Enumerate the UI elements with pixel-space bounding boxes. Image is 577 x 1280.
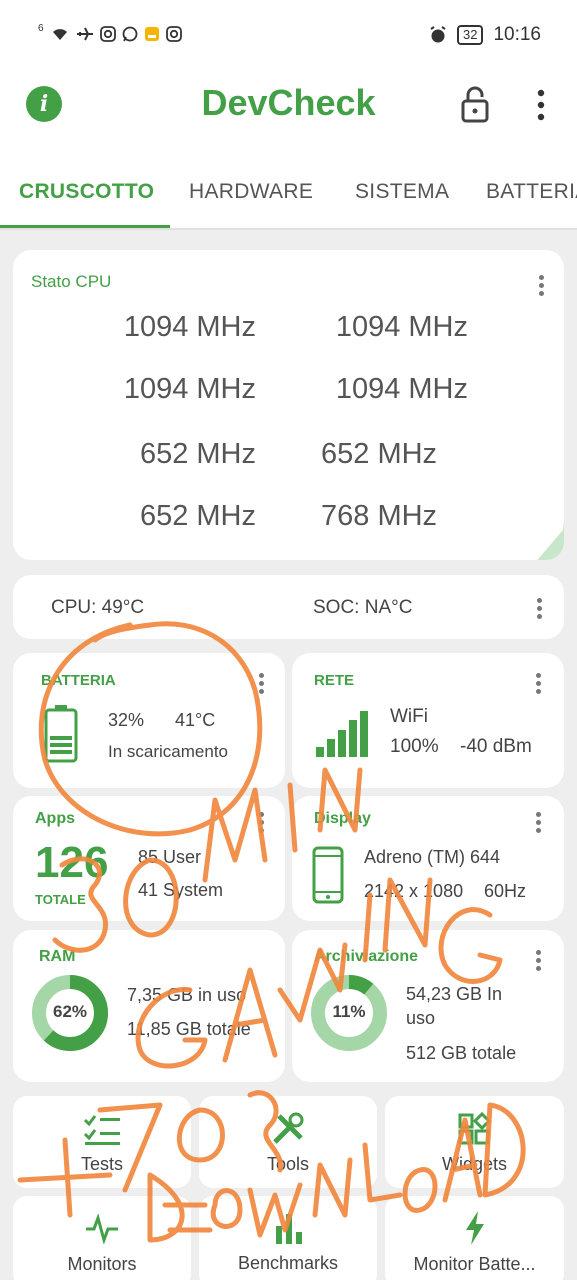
network-signal: 100% xyxy=(390,736,439,757)
whatsapp-icon xyxy=(122,26,137,42)
battery-percent: 32% xyxy=(108,710,145,730)
widgets-icon xyxy=(458,1112,491,1145)
widgets-label: Widgets xyxy=(441,1154,508,1174)
ram-card[interactable]: RAM 62% 7,35 GB in uso 11,85 GB totale xyxy=(13,930,285,1082)
temp-card-menu-icon[interactable] xyxy=(537,598,543,620)
display-card-menu-icon[interactable] xyxy=(536,812,542,834)
status-icons: 6 xyxy=(38,22,182,42)
monitors-label: Monitors xyxy=(67,1254,137,1274)
airplane-icon xyxy=(76,27,93,41)
wifi-icon xyxy=(52,29,67,40)
instagram-icon xyxy=(165,26,182,42)
pulse-icon xyxy=(86,1214,118,1244)
battery-badge: 32 xyxy=(456,25,484,45)
storage-used-line2: uso xyxy=(406,1008,436,1028)
cpu-core-4: 652 MHz xyxy=(139,438,256,470)
network-card-title: RETE xyxy=(314,672,355,689)
cpu-core-7: 768 MHz xyxy=(321,500,438,532)
tools-icon xyxy=(273,1112,304,1144)
apps-system: 41 System xyxy=(138,880,224,900)
cpu-card-menu-icon[interactable] xyxy=(539,275,545,297)
tools-tile[interactable]: Tools xyxy=(199,1096,377,1188)
apps-total: 126 xyxy=(35,838,109,887)
network-card[interactable]: RETE WiFi 100% -40 dBm xyxy=(292,653,564,788)
cpu-core-5: 652 MHz xyxy=(321,438,438,470)
cpu-core-3: 1094 MHz xyxy=(335,373,468,405)
battery-monitor-label: Monitor Batte... xyxy=(413,1254,536,1274)
widgets-tile[interactable]: Widgets xyxy=(385,1096,564,1188)
network-card-menu-icon[interactable] xyxy=(536,673,542,695)
ram-card-title: RAM xyxy=(39,948,76,965)
cpu-core-1: 1094 MHz xyxy=(335,311,468,343)
tab-cruscotto[interactable]: CRUSCOTTO xyxy=(19,180,154,204)
cpu-status-card[interactable]: Stato CPU 1094 MHz 1094 MHz 1094 MHz 109… xyxy=(13,250,564,560)
cpu-graph-edge xyxy=(537,520,564,560)
tests-label: Tests xyxy=(80,1154,123,1174)
benchmarks-tile[interactable]: Benchmarks xyxy=(199,1196,377,1280)
battery-monitor-tile[interactable]: Monitor Batte... xyxy=(385,1196,564,1280)
overflow-menu-icon[interactable] xyxy=(530,88,552,122)
ram-used: 7,35 GB in uso xyxy=(127,985,247,1005)
storage-used-line1: 54,23 GB In xyxy=(406,984,503,1004)
tab-bar: CRUSCOTTO HARDWARE SISTEMA BATTERIA xyxy=(0,152,577,230)
display-gpu: Adreno (TM) 644 xyxy=(364,847,501,867)
tab-batteria[interactable]: BATTERIA xyxy=(486,180,577,204)
signal-icon xyxy=(316,711,368,757)
instagram-icon xyxy=(99,26,116,42)
lightning-icon xyxy=(466,1211,484,1245)
network-type: 6 xyxy=(38,22,44,34)
phone-icon xyxy=(312,846,344,904)
apps-user: 85 User xyxy=(138,847,202,867)
battery-temp: 41°C xyxy=(175,710,216,730)
display-resolution: 2142 x 1080 xyxy=(364,881,464,901)
tools-label: Tools xyxy=(266,1154,310,1174)
display-refresh: 60Hz xyxy=(484,881,527,901)
cpu-core-0: 1094 MHz xyxy=(123,311,256,343)
storage-card-title: Archiviazione xyxy=(314,948,419,965)
tests-tile[interactable]: Tests xyxy=(13,1096,191,1188)
cpu-temp: CPU: 49°C xyxy=(51,597,145,618)
cpu-core-2: 1094 MHz xyxy=(123,373,256,405)
apps-card[interactable]: Apps 126 TOTALE 85 User 41 System xyxy=(13,796,285,921)
ram-total: 11,85 GB totale xyxy=(127,1019,251,1039)
network-dbm: -40 dBm xyxy=(460,736,532,757)
lock-icon[interactable] xyxy=(458,84,492,124)
monitors-tile[interactable]: Monitors xyxy=(13,1196,191,1280)
tab-sistema[interactable]: SISTEMA xyxy=(355,180,449,204)
display-card-title: Display xyxy=(314,810,371,827)
app-bar: i DevCheck xyxy=(0,72,577,152)
cpu-core-6: 652 MHz xyxy=(139,500,256,532)
benchmarks-label: Benchmarks xyxy=(237,1253,339,1273)
temperature-card[interactable]: CPU: 49°C SOC: NA°C xyxy=(13,575,564,639)
display-card[interactable]: Display Adreno (TM) 644 2142 x 1080 60Hz xyxy=(292,796,564,921)
cpu-card-title: Stato CPU xyxy=(31,272,112,291)
tab-hardware[interactable]: HARDWARE xyxy=(189,180,313,204)
apps-card-title: Apps xyxy=(35,810,75,827)
tab-indicator xyxy=(0,225,170,228)
clock: 10:16 xyxy=(493,24,541,45)
bar-chart-icon xyxy=(276,1214,302,1244)
storage-percent: 11% xyxy=(332,1002,366,1021)
battery-card-title: BATTERIA xyxy=(41,672,116,689)
apps-card-menu-icon[interactable] xyxy=(259,812,265,834)
apps-total-label: TOTALE xyxy=(35,892,86,907)
storage-card[interactable]: Archiviazione 11% 54,23 GB In uso 512 GB… xyxy=(292,930,564,1082)
storage-total: 512 GB totale xyxy=(406,1043,517,1063)
battery-card-menu-icon[interactable] xyxy=(259,673,265,695)
battery-card[interactable]: BATTERIA 32% 41°C In scaricamento xyxy=(13,653,285,788)
storage-card-menu-icon[interactable] xyxy=(536,950,542,972)
ram-percent: 62% xyxy=(52,1002,88,1021)
network-type-label: WiFi xyxy=(390,706,428,727)
battery-icon xyxy=(44,705,78,763)
soc-temp: SOC: NA°C xyxy=(313,597,413,618)
status-bar: 6 32 10:16 xyxy=(0,0,577,72)
app-icon xyxy=(144,27,159,41)
alarm-icon xyxy=(430,26,446,43)
status-right: 32 10:16 xyxy=(429,24,541,46)
checklist-icon xyxy=(83,1115,120,1145)
battery-status: In scaricamento xyxy=(108,742,228,761)
